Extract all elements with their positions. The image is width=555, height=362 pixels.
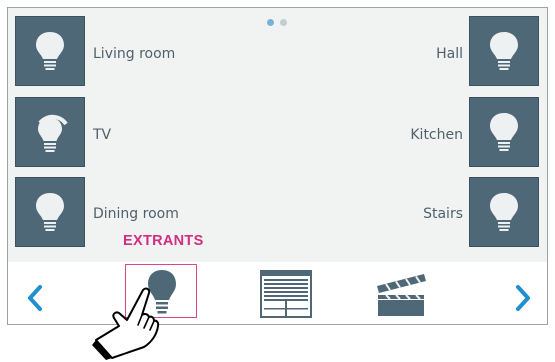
room-label-stairs: Stairs — [423, 206, 463, 222]
room-tile-kitchen[interactable] — [469, 97, 539, 167]
room-tile-tv[interactable] — [15, 97, 85, 167]
bulb-icon — [490, 32, 518, 70]
room-tile-hall[interactable] — [469, 16, 539, 86]
callout-label: EXTRANTS — [123, 233, 204, 249]
room-label-dining-room: Dining room — [93, 206, 179, 222]
room-tile-living-room[interactable] — [15, 16, 85, 86]
blinds-category-icon[interactable] — [260, 270, 312, 318]
chevron-right-icon[interactable] — [514, 284, 532, 312]
bulb-icon — [36, 193, 64, 231]
scene-category-icon[interactable] — [374, 268, 430, 318]
room-label-kitchen: Kitchen — [410, 127, 463, 143]
bulb-icon — [36, 32, 64, 70]
room-label-hall: Hall — [436, 46, 463, 62]
page-indicator — [267, 19, 287, 26]
room-label-tv: TV — [93, 127, 112, 143]
page-dot-1[interactable] — [267, 19, 274, 26]
bulb-icon — [490, 113, 518, 151]
dimmer-bulb-icon — [38, 114, 68, 152]
pointing-hand-icon — [92, 287, 160, 360]
bulb-icon — [490, 193, 518, 231]
room-tile-dining-room[interactable] — [15, 177, 85, 247]
room-tile-stairs[interactable] — [469, 177, 539, 247]
chevron-left-icon[interactable] — [26, 284, 44, 312]
room-label-living-room: Living room — [93, 46, 176, 62]
page-dot-2[interactable] — [280, 19, 287, 26]
